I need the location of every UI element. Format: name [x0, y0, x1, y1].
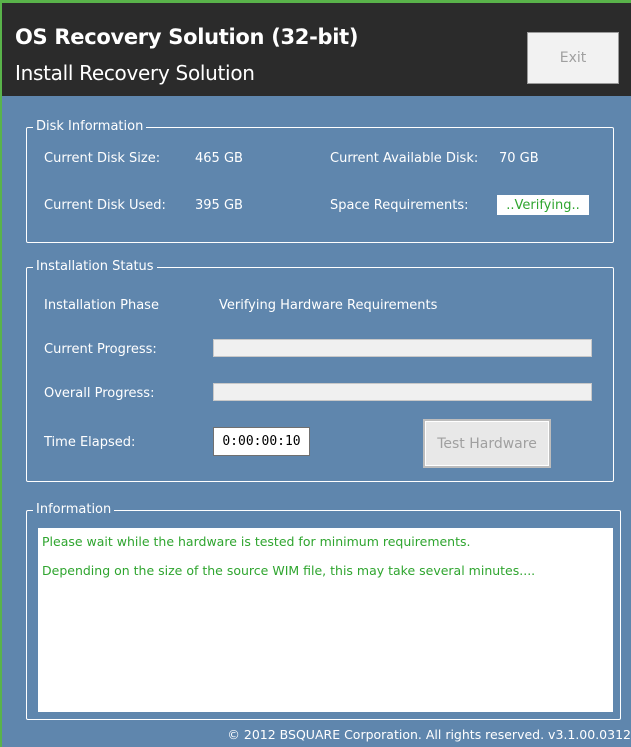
- current-available-disk-value: 70 GB: [499, 151, 539, 166]
- current-available-disk-label: Current Available Disk:: [330, 151, 479, 166]
- time-elapsed-field: 0:00:00:10: [213, 427, 310, 456]
- current-progress-bar: [213, 339, 592, 357]
- information-line: Depending on the size of the source WIM …: [42, 563, 536, 578]
- app-title: OS Recovery Solution (32-bit): [15, 25, 359, 49]
- installation-status-legend: Installation Status: [33, 259, 157, 274]
- installation-phase-value: Verifying Hardware Requirements: [219, 298, 438, 313]
- installation-phase-label: Installation Phase: [44, 298, 159, 313]
- recovery-window: OS Recovery Solution (32-bit) Install Re…: [0, 0, 631, 747]
- header-bar: OS Recovery Solution (32-bit) Install Re…: [2, 0, 631, 96]
- current-disk-used-label: Current Disk Used:: [44, 198, 166, 213]
- information-line: Please wait while the hardware is tested…: [42, 534, 471, 549]
- app-subtitle: Install Recovery Solution: [15, 61, 255, 85]
- information-log: Please wait while the hardware is tested…: [38, 528, 613, 712]
- exit-button[interactable]: Exit: [527, 32, 619, 84]
- disk-information-legend: Disk Information: [33, 119, 147, 134]
- overall-progress-label: Overall Progress:: [44, 386, 155, 401]
- space-requirements-status: ..Verifying..: [497, 195, 589, 215]
- time-elapsed-label: Time Elapsed:: [44, 435, 136, 450]
- information-legend: Information: [33, 502, 115, 517]
- disk-information-group: Disk Information: [26, 119, 614, 243]
- copyright-footer: © 2012 BSQUARE Corporation. All rights r…: [227, 727, 631, 742]
- current-disk-size-label: Current Disk Size:: [44, 151, 161, 166]
- current-progress-label: Current Progress:: [44, 342, 157, 357]
- space-requirements-label: Space Requirements:: [330, 198, 469, 213]
- test-hardware-button[interactable]: Test Hardware: [423, 419, 551, 468]
- current-disk-size-value: 465 GB: [195, 151, 243, 166]
- current-disk-used-value: 395 GB: [195, 198, 243, 213]
- overall-progress-bar: [213, 383, 592, 401]
